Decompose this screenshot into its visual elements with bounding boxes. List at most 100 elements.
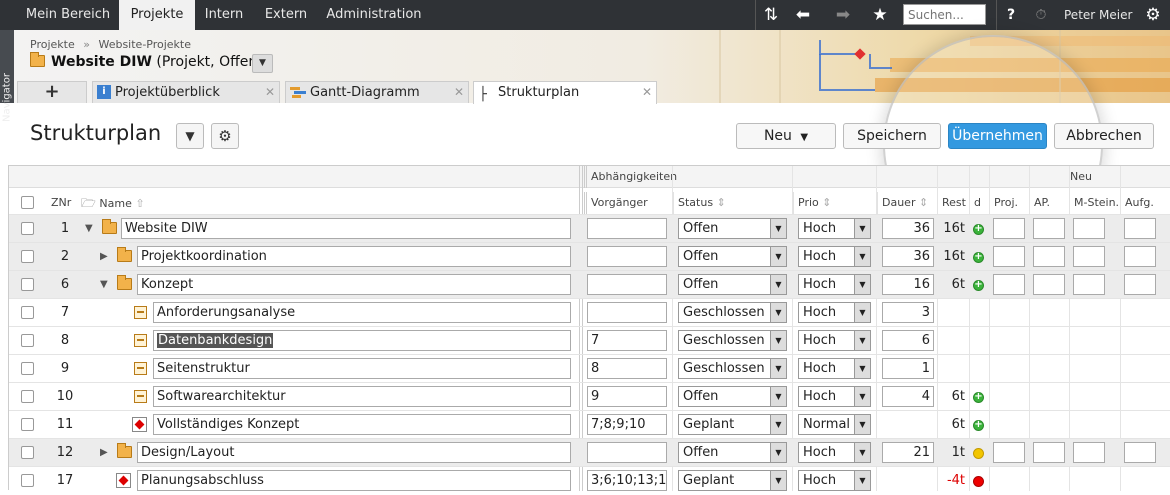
row-duration-input[interactable]: 3 — [882, 302, 934, 323]
navigator-panel[interactable]: Navigator — [0, 30, 14, 122]
save-button[interactable]: Speichern — [843, 123, 941, 149]
table-row[interactable]: 10 Softwarearchitektur 9 Offen ▼ Hoch ▼ 4 … — [9, 382, 1170, 410]
table-row[interactable]: 9 Seitenstruktur 8 Geschlossen ▼ Hoch ▼ 1 — [9, 354, 1170, 382]
row-name-input[interactable]: Website DIW — [121, 218, 571, 239]
new-project-input[interactable] — [993, 274, 1025, 295]
help-icon[interactable]: ? — [1000, 0, 1022, 30]
row-checkbox[interactable] — [21, 446, 34, 459]
breadcrumb-projekte[interactable]: Projekte — [30, 38, 75, 51]
new-workpackage-input[interactable] — [1033, 218, 1065, 239]
col-znr[interactable]: ZNr — [47, 192, 77, 214]
row-name-input[interactable]: Vollständiges Konzept — [153, 414, 571, 435]
nav-mein-bereich[interactable]: Mein Bereich — [22, 0, 114, 30]
new-project-input[interactable] — [993, 246, 1025, 267]
col-rest[interactable]: Rest — [937, 192, 969, 214]
row-duration-input[interactable]: 6 — [882, 330, 934, 351]
nav-extern[interactable]: Extern — [260, 0, 312, 30]
expand-down-icon[interactable]: ▼ — [100, 271, 108, 298]
close-icon[interactable]: ✕ — [454, 82, 464, 103]
row-predecessor-input[interactable] — [587, 302, 667, 323]
col-dauer[interactable]: Dauer ⇕ — [877, 192, 937, 214]
row-predecessor-input[interactable]: 3;6;10;13;14 — [587, 470, 667, 491]
row-name-input[interactable]: Datenbankdesign — [153, 330, 571, 351]
row-name-input[interactable]: Seitenstruktur — [153, 358, 571, 379]
col-proj[interactable]: Proj. — [989, 192, 1029, 214]
row-name-input[interactable]: Projektkoordination — [137, 246, 571, 267]
row-duration-input[interactable]: 1 — [882, 358, 934, 379]
new-milestone-input[interactable] — [1073, 274, 1105, 295]
row-predecessor-input[interactable] — [587, 442, 667, 463]
new-workpackage-input[interactable] — [1033, 246, 1065, 267]
row-prio-select[interactable]: Hoch ▼ — [798, 218, 871, 239]
col-aufgabe[interactable]: Aufg. — [1120, 192, 1170, 214]
row-name-input[interactable]: Konzept — [137, 274, 571, 295]
expand-right-icon[interactable]: ▶ — [100, 243, 108, 270]
row-prio-select[interactable]: Normal ▼ — [798, 414, 871, 435]
row-duration-input[interactable]: 16 — [882, 274, 934, 295]
row-checkbox[interactable] — [21, 418, 34, 431]
row-status-select[interactable]: Geschlossen ▼ — [678, 302, 787, 323]
row-duration-input[interactable]: 36 — [882, 246, 934, 267]
stopwatch-icon[interactable]: ⏱ — [1030, 0, 1052, 30]
col-prio[interactable]: Prio ⇕ — [793, 192, 877, 214]
row-checkbox[interactable] — [21, 390, 34, 403]
new-task-input[interactable] — [1124, 218, 1156, 239]
settings-gear-icon[interactable]: ⚙ — [211, 123, 239, 149]
row-status-select[interactable]: Offen ▼ — [678, 274, 787, 295]
row-checkbox[interactable] — [21, 306, 34, 319]
row-checkbox[interactable] — [21, 250, 34, 263]
table-row[interactable]: 12 ▶ Design/Layout Offen ▼ Hoch ▼ 21 1t — [9, 438, 1170, 466]
table-row[interactable]: 7 Anforderungsanalyse Geschlossen ▼ Hoch ▼… — [9, 298, 1170, 326]
row-status-select[interactable]: Offen ▼ — [678, 246, 787, 267]
row-status-select[interactable]: Geplant ▼ — [678, 414, 787, 435]
row-prio-select[interactable]: Hoch ▼ — [798, 246, 871, 267]
view-options-dropdown[interactable]: ▼ — [176, 123, 204, 149]
expand-right-icon[interactable]: ▶ — [100, 439, 108, 466]
new-task-input[interactable] — [1124, 442, 1156, 463]
row-name-input[interactable]: Planungsabschluss — [137, 470, 571, 491]
row-prio-select[interactable]: Hoch ▼ — [798, 302, 871, 323]
row-prio-select[interactable]: Hoch ▼ — [798, 358, 871, 379]
row-predecessor-input[interactable]: 8 — [587, 358, 667, 379]
row-predecessor-input[interactable] — [587, 274, 667, 295]
col-vorgaenger[interactable]: Vorgänger — [584, 192, 672, 214]
new-milestone-input[interactable] — [1073, 442, 1105, 463]
new-workpackage-input[interactable] — [1033, 274, 1065, 295]
row-prio-select[interactable]: Hoch ▼ — [798, 442, 871, 463]
new-dropdown-button[interactable]: Neu ▼ — [736, 123, 836, 149]
row-prio-select[interactable]: Hoch ▼ — [798, 470, 871, 491]
row-name-input[interactable]: Softwarearchitektur — [153, 386, 571, 407]
row-checkbox[interactable] — [21, 222, 34, 235]
row-predecessor-input[interactable]: 7 — [587, 330, 667, 351]
row-status-select[interactable]: Offen ▼ — [678, 442, 787, 463]
expand-down-icon[interactable]: ▼ — [85, 215, 93, 242]
refresh-icon[interactable]: ⇅ — [758, 0, 784, 30]
row-predecessor-input[interactable]: 9 — [587, 386, 667, 407]
row-name-input[interactable]: Anforderungsanalyse — [153, 302, 571, 323]
add-tab-button[interactable]: + — [17, 81, 87, 103]
table-row[interactable]: 8 Datenbankdesign 7 Geschlossen ▼ Hoch ▼ 6 — [9, 326, 1170, 354]
project-menu-button[interactable]: ▼ — [252, 54, 273, 73]
row-checkbox[interactable] — [21, 474, 34, 487]
row-prio-select[interactable]: Hoch ▼ — [798, 386, 871, 407]
row-status-select[interactable]: Offen ▼ — [678, 386, 787, 407]
cancel-button[interactable]: Abbrechen — [1054, 123, 1154, 149]
new-project-input[interactable] — [993, 218, 1025, 239]
new-milestone-input[interactable] — [1073, 246, 1105, 267]
row-prio-select[interactable]: Hoch ▼ — [798, 274, 871, 295]
row-checkbox[interactable] — [21, 278, 34, 291]
tab-projektueberblick[interactable]: i Projektüberblick ✕ — [92, 81, 280, 103]
close-icon[interactable]: ✕ — [642, 82, 652, 103]
apply-button[interactable]: Übernehmen — [948, 123, 1047, 149]
new-task-input[interactable] — [1124, 246, 1156, 267]
row-prio-select[interactable]: Hoch ▼ — [798, 330, 871, 351]
table-row[interactable]: 6 ▼ Konzept Offen ▼ Hoch ▼ 16 6t + — [9, 270, 1170, 298]
breadcrumb-website-projekte[interactable]: Website-Projekte — [98, 38, 191, 51]
col-meilenstein[interactable]: M-Stein. — [1069, 192, 1120, 214]
row-duration-input[interactable]: 21 — [882, 442, 934, 463]
nav-projekte[interactable]: Projekte — [119, 0, 195, 30]
col-d[interactable]: d — [969, 192, 989, 214]
row-predecessor-input[interactable]: 7;8;9;10 — [587, 414, 667, 435]
col-status[interactable]: Status ⇕ — [673, 192, 792, 214]
new-milestone-input[interactable] — [1073, 218, 1105, 239]
